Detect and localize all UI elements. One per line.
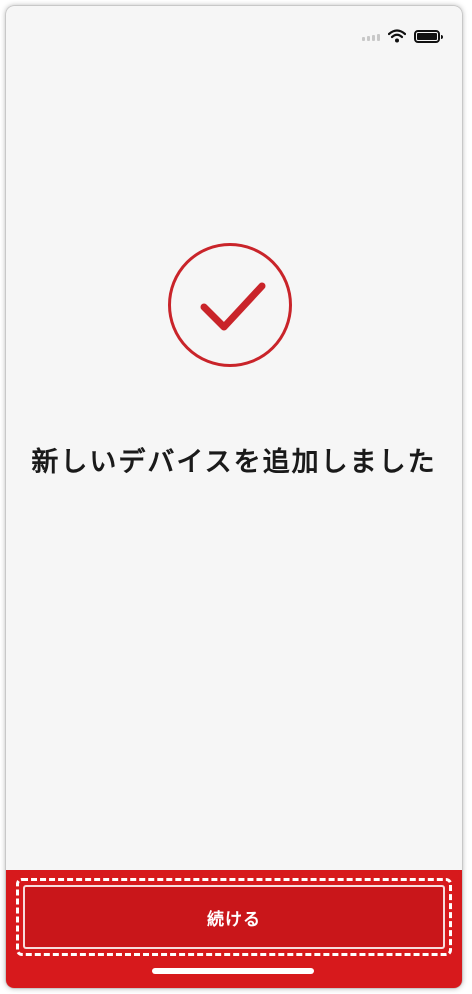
continue-button[interactable]: 続ける [16, 878, 452, 956]
success-check-badge [168, 243, 292, 367]
phone-screen: 新しいデバイスを追加しました 続ける [6, 6, 462, 988]
continue-button-label: 続ける [207, 909, 261, 930]
wifi-icon [388, 29, 406, 43]
battery-icon [414, 29, 443, 43]
checkmark-icon [200, 282, 266, 331]
success-message: 新しいデバイスを追加しました [31, 447, 437, 478]
bottom-action-bar: 続ける [6, 870, 462, 988]
status-bar [362, 24, 443, 48]
home-indicator[interactable] [152, 968, 314, 974]
cellular-signal-icon [362, 31, 380, 41]
